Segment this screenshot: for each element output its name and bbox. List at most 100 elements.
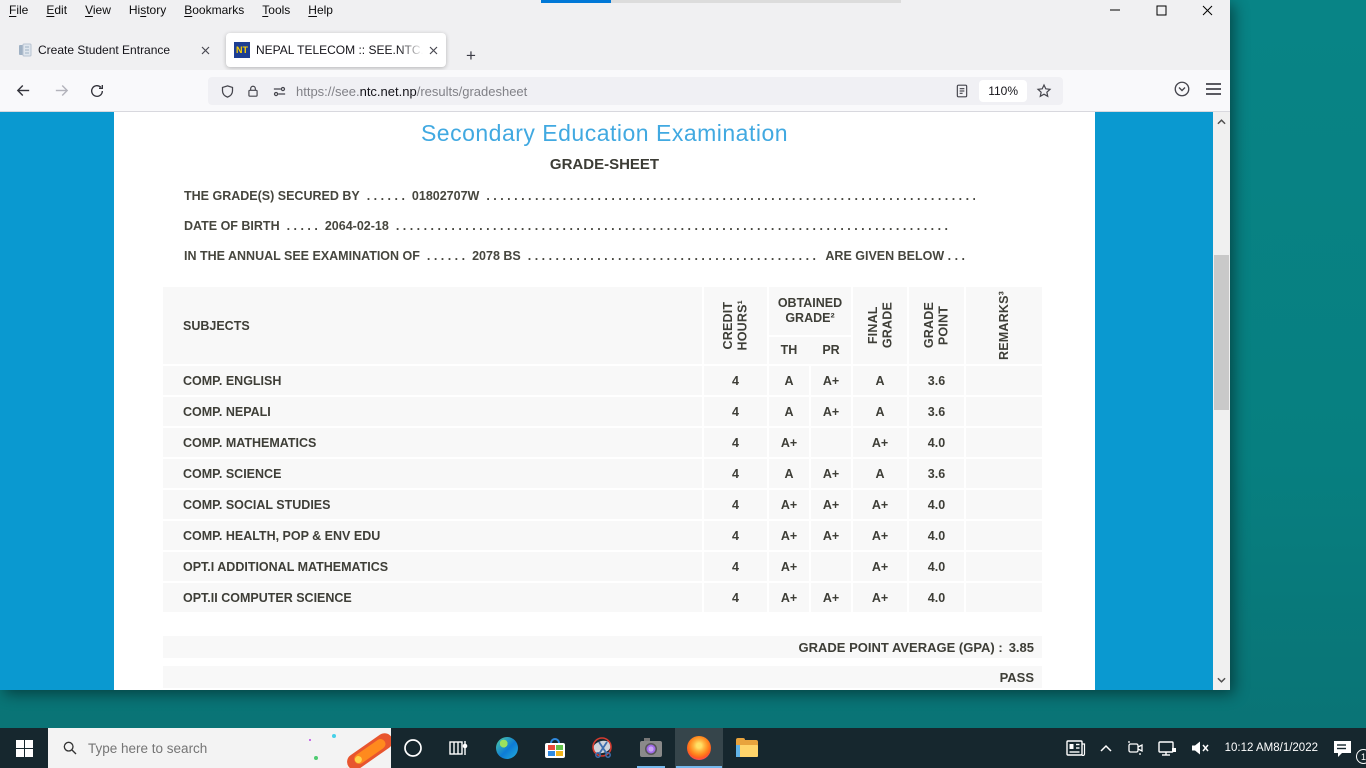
taskbar-file-explorer-icon[interactable] bbox=[723, 728, 771, 768]
taskbar-firefox-icon[interactable] bbox=[675, 728, 723, 768]
page-viewport: Secondary Education Examination GRADE-SH… bbox=[0, 112, 1230, 690]
menu-file[interactable]: File bbox=[0, 1, 37, 19]
toolbar-right-icons bbox=[1173, 77, 1222, 105]
page-subtitle: GRADE-SHEET bbox=[114, 156, 1095, 173]
start-button[interactable] bbox=[0, 728, 48, 768]
hamburger-menu-icon[interactable] bbox=[1205, 82, 1222, 101]
forward-button[interactable] bbox=[46, 76, 76, 106]
remarks-cell bbox=[966, 366, 1042, 395]
clock-time: 10:12 AM bbox=[1225, 741, 1274, 755]
menu-bookmarks[interactable]: Bookmarks bbox=[175, 1, 253, 19]
task-view-button[interactable] bbox=[435, 728, 483, 768]
header-credit-hours: CREDIT HOURS¹ bbox=[704, 287, 767, 364]
menu-view[interactable]: View bbox=[76, 1, 120, 19]
nepal-telecom-favicon: NT bbox=[234, 42, 250, 58]
windows-taskbar: 10:12 AM 8/1/2022 1 bbox=[0, 728, 1366, 768]
taskbar-clock[interactable]: 10:12 AM 8/1/2022 bbox=[1217, 728, 1326, 768]
navigation-toolbar: https://see.ntc.net.np/results/gradeshee… bbox=[0, 70, 1230, 112]
exam-year: 2078 BS bbox=[472, 249, 521, 263]
taskbar-camera-icon[interactable] bbox=[627, 728, 675, 768]
clock-date: 8/1/2022 bbox=[1273, 741, 1318, 755]
desktop-background: File Edit View History Bookmarks Tools H… bbox=[0, 0, 1366, 768]
header-remarks: REMARKS³ bbox=[966, 287, 1042, 364]
news-widgets-icon[interactable] bbox=[1059, 728, 1093, 768]
result-line: PASS bbox=[163, 666, 1042, 688]
header-subjects: SUBJECTS bbox=[163, 287, 702, 364]
tracking-protection-shield-icon[interactable] bbox=[214, 78, 240, 104]
table-header-row: SUBJECTS CREDIT HOURS¹ OBTAINED GRADE² T… bbox=[163, 287, 1042, 364]
remarks-cell bbox=[966, 459, 1042, 488]
reload-button[interactable] bbox=[82, 76, 112, 106]
symbol-number: 01802707W bbox=[412, 189, 479, 203]
zoom-level-button[interactable]: 110% bbox=[979, 80, 1027, 102]
tab-title: Create Student Entrance bbox=[38, 43, 195, 57]
maximize-button[interactable] bbox=[1138, 0, 1184, 20]
examination-year-line: IN THE ANNUAL SEE EXAMINATION OF. . . . … bbox=[184, 249, 965, 266]
reader-mode-icon[interactable] bbox=[949, 78, 975, 104]
tab-nepal-telecom-active[interactable]: NT NEPAL TELECOM :: SEE.NTC.NET bbox=[226, 33, 446, 67]
date-of-birth-line: DATE OF BIRTH. . . . .2064-02-18. . . . … bbox=[184, 219, 958, 236]
scroll-down-arrow[interactable] bbox=[1213, 672, 1230, 688]
remarks-cell bbox=[966, 552, 1042, 581]
header-th: TH bbox=[769, 337, 809, 362]
camera-in-use-icon[interactable] bbox=[1119, 728, 1151, 768]
url-text: https://see.ntc.net.np/results/gradeshee… bbox=[296, 84, 949, 99]
loading-progress-bar bbox=[541, 0, 611, 3]
loading-progress-track bbox=[611, 0, 901, 3]
table-row: OPT.I ADDITIONAL MATHEMATICS4A+A+4.0 bbox=[163, 552, 1042, 581]
network-icon[interactable] bbox=[1151, 728, 1184, 768]
hidden-icons-chevron[interactable] bbox=[1093, 728, 1119, 768]
firefox-window: File Edit View History Bookmarks Tools H… bbox=[0, 0, 1230, 690]
grades-secured-line: THE GRADE(S) SECURED BY. . . . . .018027… bbox=[184, 189, 975, 206]
tab-title-fade bbox=[399, 43, 423, 57]
minimize-button[interactable] bbox=[1092, 0, 1138, 20]
taskbar-store-icon[interactable] bbox=[531, 728, 579, 768]
search-highlight-art-icon bbox=[296, 728, 391, 768]
table-row: COMP. SOCIAL STUDIES4A+A+A+4.0 bbox=[163, 490, 1042, 519]
table-row: COMP. SCIENCE4AA+A3.6 bbox=[163, 459, 1042, 488]
gpa-value: 3.85 bbox=[1009, 640, 1034, 655]
menu-edit[interactable]: Edit bbox=[37, 1, 76, 19]
menu-tools[interactable]: Tools bbox=[253, 1, 299, 19]
taskbar-snipping-tool-icon[interactable] bbox=[579, 728, 627, 768]
result-value: PASS bbox=[1000, 670, 1034, 685]
close-button[interactable] bbox=[1184, 0, 1230, 20]
gpa-line: GRADE POINT AVERAGE (GPA) :3.85 bbox=[163, 636, 1042, 658]
remarks-cell bbox=[966, 397, 1042, 426]
action-center-button[interactable]: 1 bbox=[1326, 728, 1366, 768]
menu-help[interactable]: Help bbox=[299, 1, 342, 19]
table-row: OPT.II COMPUTER SCIENCE4A+A+A+4.0 bbox=[163, 583, 1042, 612]
cortana-button[interactable] bbox=[391, 728, 435, 768]
tab-close-icon[interactable] bbox=[201, 46, 210, 55]
gradesheet-card: Secondary Education Examination GRADE-SH… bbox=[114, 112, 1095, 690]
tab-strip: Create Student Entrance NT NEPAL TELECOM… bbox=[0, 20, 1230, 70]
vertical-scrollbar[interactable] bbox=[1213, 112, 1230, 690]
header-grade-point: GRADE POINT bbox=[909, 287, 964, 364]
scrollbar-thumb[interactable] bbox=[1214, 255, 1229, 410]
lock-icon[interactable] bbox=[240, 78, 266, 104]
pocket-icon[interactable] bbox=[1173, 80, 1191, 103]
table-row: COMP. ENGLISH4AA+A3.6 bbox=[163, 366, 1042, 395]
table-row: COMP. HEALTH, POP & ENV EDU4A+A+A+4.0 bbox=[163, 521, 1042, 550]
url-bar[interactable]: https://see.ntc.net.np/results/gradeshee… bbox=[208, 77, 1063, 105]
header-obtained-grade: OBTAINED GRADE² TH PR bbox=[769, 287, 851, 364]
back-button[interactable] bbox=[8, 76, 38, 106]
menu-history[interactable]: History bbox=[120, 1, 175, 19]
new-tab-button[interactable]: + bbox=[456, 41, 486, 71]
permissions-toggles-icon[interactable] bbox=[266, 78, 292, 104]
menu-bar: File Edit View History Bookmarks Tools H… bbox=[0, 0, 1230, 20]
window-controls bbox=[1092, 0, 1230, 20]
remarks-cell bbox=[966, 583, 1042, 612]
scroll-up-arrow[interactable] bbox=[1213, 114, 1230, 130]
table-row: COMP. NEPALI4AA+A3.6 bbox=[163, 397, 1042, 426]
taskbar-search-box[interactable] bbox=[48, 728, 391, 768]
tab-create-student-entrance[interactable]: Create Student Entrance bbox=[10, 33, 218, 67]
volume-muted-icon[interactable] bbox=[1184, 728, 1217, 768]
tab-title: NEPAL TELECOM :: SEE.NTC.NET bbox=[256, 43, 423, 57]
tab-close-icon[interactable] bbox=[429, 46, 438, 55]
search-icon bbox=[62, 740, 78, 756]
taskbar-edge-icon[interactable] bbox=[483, 728, 531, 768]
bookmark-star-icon[interactable] bbox=[1031, 78, 1057, 104]
remarks-cell bbox=[966, 428, 1042, 457]
search-input[interactable] bbox=[88, 741, 268, 756]
